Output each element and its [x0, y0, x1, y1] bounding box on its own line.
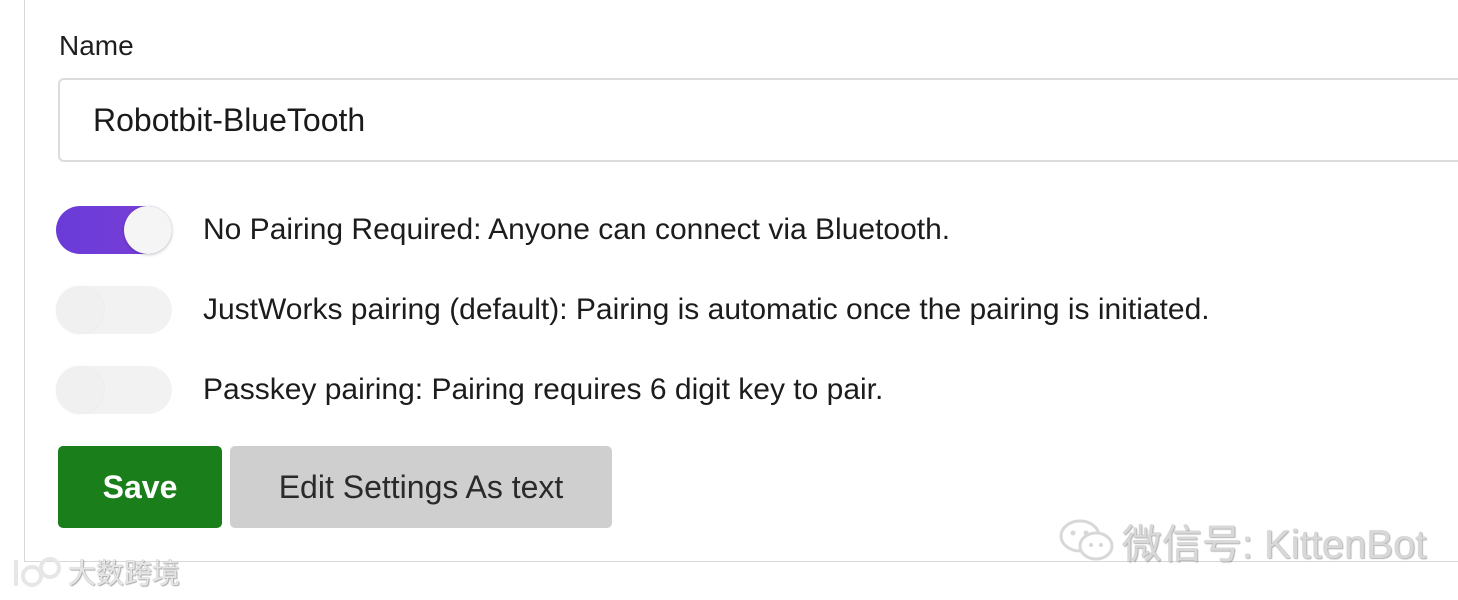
passkey-label: Passkey pairing: Pairing requires 6 digi… — [203, 373, 884, 406]
bluetooth-settings-page: Name No Pairing Required: Anyone can con… — [0, 0, 1458, 600]
no-pairing-label: No Pairing Required: Anyone can connect … — [203, 213, 951, 246]
corner-watermark-text: 大数跨境 — [68, 558, 181, 589]
passkey-toggle[interactable] — [56, 366, 172, 414]
justworks-label: JustWorks pairing (default): Pairing is … — [203, 293, 1210, 326]
wechat-watermark: 微信号: KittenBot — [1058, 512, 1427, 570]
wechat-watermark-text: 微信号: KittenBot — [1122, 523, 1427, 567]
name-input[interactable] — [58, 78, 1458, 162]
toggle-knob — [124, 206, 172, 254]
toggle-knob — [56, 366, 104, 414]
brand-logo-icon — [14, 557, 61, 587]
pairing-option-justworks: JustWorks pairing (default): Pairing is … — [56, 285, 1210, 335]
justworks-toggle[interactable] — [56, 286, 172, 334]
corner-watermark: 大数跨境 — [10, 552, 180, 592]
no-pairing-toggle[interactable] — [56, 206, 172, 254]
toggle-knob — [56, 286, 104, 334]
pairing-option-passkey: Passkey pairing: Pairing requires 6 digi… — [56, 365, 883, 415]
edit-settings-as-text-button[interactable]: Edit Settings As text — [230, 446, 612, 528]
name-label: Name — [59, 30, 134, 61]
pairing-option-no-pairing: No Pairing Required: Anyone can connect … — [56, 205, 950, 255]
wechat-logo-icon — [1059, 519, 1114, 561]
save-button[interactable]: Save — [58, 446, 222, 528]
